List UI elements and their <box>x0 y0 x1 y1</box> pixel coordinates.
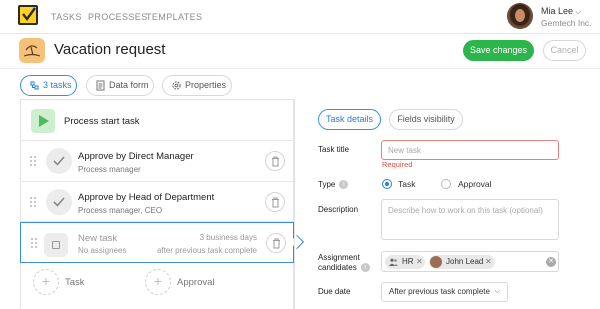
type-label-text: Type <box>318 180 336 189</box>
tab-properties-label: Properties <box>185 80 227 90</box>
top-navigation-bar: TASKS PROCESSES TEMPLATES Mia Lee ⌵ Gemt… <box>0 0 600 34</box>
app-logo-icon[interactable] <box>18 5 38 25</box>
check-icon <box>46 189 72 215</box>
description-placeholder: Describe how to work on this task (optio… <box>388 206 543 215</box>
task-title-label: Task title <box>318 145 350 154</box>
task-title-input[interactable]: New task <box>381 140 559 160</box>
beach-icon[interactable] <box>19 38 45 63</box>
add-approval-button[interactable]: Approval <box>177 277 215 288</box>
task-timing: after previous task complete <box>156 246 257 255</box>
user-menu[interactable]: Mia Lee ⌵ <box>541 6 581 17</box>
save-changes-button[interactable]: Save changes <box>463 40 534 61</box>
type-option-task[interactable]: Task <box>398 179 415 189</box>
group-icon <box>389 258 398 266</box>
info-icon[interactable]: i <box>360 263 370 273</box>
chevron-down-icon: ⌵ <box>494 288 500 295</box>
add-row: + Task + Approval <box>21 263 293 303</box>
assignment-label-line2: candidates <box>318 263 357 272</box>
task-row[interactable]: Approve by Direct Manager Process manage… <box>21 141 293 182</box>
flow-icon <box>30 81 39 90</box>
due-date-value: After previous task complete <box>389 287 490 296</box>
tab-data-form[interactable]: Data form <box>86 75 154 96</box>
tab-task-details[interactable]: Task details <box>318 109 381 130</box>
assignment-label: candidates i <box>318 263 370 273</box>
clear-icon[interactable]: ✕ <box>546 257 556 267</box>
check-icon <box>46 148 72 174</box>
chip-hr[interactable]: HR ✕ <box>385 255 425 269</box>
task-title: Approve by Head of Department <box>78 192 215 203</box>
drag-handle-icon[interactable] <box>30 197 36 207</box>
tab-tasks-label: 3 tasks <box>43 80 72 90</box>
process-start-row[interactable]: Process start task <box>21 100 293 141</box>
page-title[interactable]: Vacation request <box>54 41 165 58</box>
gear-icon <box>172 81 181 90</box>
user-name: Mia Lee <box>541 6 574 16</box>
drag-handle-icon[interactable] <box>30 156 36 166</box>
user-avatar[interactable] <box>507 3 533 29</box>
selection-pointer <box>289 234 305 250</box>
tab-fields-visibility[interactable]: Fields visibility <box>389 109 463 130</box>
task-row[interactable]: Approve by Head of Department Process ma… <box>21 182 293 222</box>
trash-icon[interactable] <box>266 233 286 253</box>
type-option-approval[interactable]: Approval <box>458 179 492 189</box>
nav-templates[interactable]: TEMPLATES <box>146 12 202 22</box>
task-type-icon <box>44 233 68 257</box>
panel-divider <box>294 99 295 309</box>
add-task-button[interactable]: Task <box>65 277 85 288</box>
description-label: Description <box>318 205 359 214</box>
cancel-button[interactable]: Cancel <box>543 40 586 61</box>
nav-tasks[interactable]: TASKS <box>51 12 82 22</box>
due-date-select[interactable]: After previous task complete ⌵ <box>381 282 508 302</box>
task-assignees: Process manager, CEO <box>78 206 163 215</box>
trash-icon[interactable] <box>265 192 285 212</box>
task-duration: 3 business days <box>199 233 257 242</box>
chip-hr-label: HR <box>402 257 414 266</box>
task-title: New task <box>78 233 118 244</box>
chevron-down-icon: ⌵ <box>575 9 581 16</box>
tab-data-form-label: Data form <box>109 80 149 90</box>
chip-john-lead-label: John Lead <box>446 257 484 266</box>
trash-icon[interactable] <box>265 151 285 171</box>
close-icon[interactable]: ✕ <box>416 255 423 269</box>
assignment-label-line1: Assignment <box>318 253 360 262</box>
info-icon[interactable]: i <box>339 180 349 190</box>
form-icon <box>96 80 105 91</box>
task-assignees: No assignees <box>78 246 127 255</box>
plus-icon[interactable]: + <box>145 269 171 295</box>
divider <box>0 68 600 69</box>
task-row-selected[interactable]: New task No assignees 3 business days af… <box>20 222 305 263</box>
description-textarea[interactable]: Describe how to work on this task (optio… <box>381 199 559 240</box>
required-error: Required <box>382 160 413 169</box>
play-icon <box>31 109 55 133</box>
type-label: Type i <box>318 180 349 190</box>
close-icon[interactable]: ✕ <box>485 255 492 269</box>
plus-icon[interactable]: + <box>33 269 59 295</box>
task-list: Process start task Approve by Direct Man… <box>20 99 305 309</box>
task-title: Approve by Direct Manager <box>78 151 194 162</box>
chip-john-lead[interactable]: John Lead ✕ <box>429 255 495 269</box>
nav-processes[interactable]: PROCESSES <box>88 12 148 22</box>
task-title-placeholder: New task <box>388 146 421 155</box>
type-radio-task[interactable] <box>382 179 392 189</box>
drag-handle-icon[interactable] <box>31 238 37 248</box>
avatar <box>430 256 442 268</box>
tab-tasks[interactable]: 3 tasks <box>20 75 77 96</box>
user-company: Gemtech Inc. <box>541 18 592 28</box>
process-start-label: Process start task <box>64 116 140 127</box>
type-radio-approval[interactable] <box>441 179 451 189</box>
tab-properties[interactable]: Properties <box>162 75 232 96</box>
due-date-label: Due date <box>318 287 351 296</box>
task-assignees: Process manager <box>78 165 141 174</box>
